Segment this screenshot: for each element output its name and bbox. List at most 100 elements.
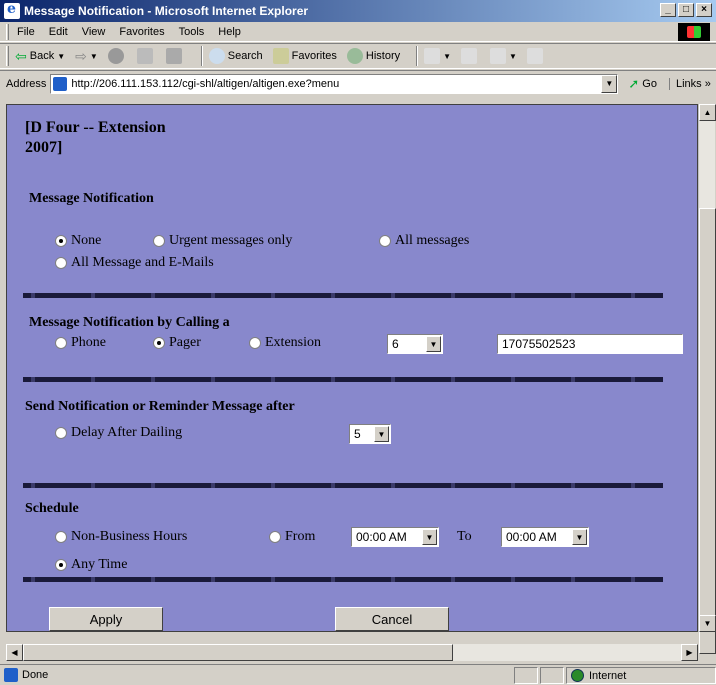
forward-arrow-icon: ⇨ [75, 47, 87, 64]
extension-heading-line2: 2007] [25, 139, 63, 156]
standard-toolbar: ⇦ Back ▼ ⇨ ▼ Search Favorites History ▼ … [0, 43, 716, 69]
radio-indicator [249, 337, 261, 349]
toolbar-grip [6, 46, 9, 66]
menu-help[interactable]: Help [218, 26, 241, 38]
schedule-any-time-radio[interactable]: Any Time [55, 557, 127, 573]
radio-indicator [269, 531, 281, 543]
vertical-scrollbar[interactable]: ▲ ▼ [698, 104, 716, 654]
schedule-to-label: To [457, 529, 472, 544]
schedule-title: Schedule [25, 501, 79, 516]
discuss-button[interactable] [526, 48, 546, 64]
toolbar-separator [200, 46, 203, 66]
apply-button[interactable]: Apply [49, 607, 163, 631]
menu-bar: File Edit View Favorites Tools Help [0, 22, 716, 42]
schedule-non-business-radio[interactable]: Non-Business Hours [55, 529, 187, 545]
maximize-button[interactable]: □ [678, 3, 694, 17]
menu-favorites[interactable]: Favorites [119, 26, 164, 38]
schedule-from-radio[interactable]: From [269, 529, 315, 545]
delay-title: Send Notification or Reminder Message af… [25, 399, 295, 414]
cancel-button[interactable]: Cancel [335, 607, 449, 631]
notification-none-radio[interactable]: None [55, 233, 101, 249]
favorites-icon [272, 48, 289, 64]
address-dropdown-button[interactable]: ▼ [601, 74, 618, 93]
calling-pager-radio[interactable]: Pager [153, 335, 201, 351]
edit-button[interactable]: ▼ [490, 48, 517, 64]
minimize-button[interactable]: _ [660, 3, 676, 17]
chevron-down-icon[interactable]: ▼ [426, 336, 441, 352]
back-arrow-icon: ⇦ [15, 48, 27, 64]
status-pane [540, 667, 564, 684]
page-icon [53, 76, 68, 91]
notification-title: Message Notification [29, 191, 154, 206]
home-button[interactable] [165, 48, 185, 64]
horizontal-scroll-thumb[interactable] [23, 644, 453, 661]
history-icon [346, 48, 363, 64]
section-divider [23, 483, 663, 488]
windows-logo-icon [678, 23, 710, 41]
calling-extension-radio[interactable]: Extension [249, 335, 321, 351]
chevron-down-icon[interactable]: ▼ [374, 426, 389, 442]
go-button[interactable]: ➚ Go [628, 76, 657, 92]
delay-select[interactable]: 5 ▼ [349, 424, 391, 444]
calling-number-input[interactable]: 17075502523 [497, 334, 683, 354]
radio-indicator [153, 235, 165, 247]
edit-icon [490, 48, 507, 64]
scroll-up-button[interactable]: ▲ [699, 104, 716, 121]
back-button[interactable]: ⇦ Back ▼ [15, 48, 65, 64]
discuss-icon [526, 48, 543, 64]
globe-icon [571, 669, 584, 682]
scroll-left-button[interactable]: ◀ [6, 644, 23, 661]
menu-tools[interactable]: Tools [179, 26, 205, 38]
print-button[interactable] [461, 48, 480, 64]
chevron-down-icon: ▼ [57, 51, 66, 61]
mail-button[interactable]: ▼ [424, 48, 451, 64]
schedule-to-select[interactable]: 00:00 AM ▼ [501, 527, 589, 547]
refresh-button[interactable] [136, 48, 156, 64]
page-content: [D Four -- Extension 2007] Message Notif… [6, 104, 698, 632]
menu-file[interactable]: File [17, 26, 35, 38]
radio-indicator [55, 427, 67, 439]
chevron-down-icon[interactable]: ▼ [572, 529, 587, 545]
stop-button[interactable] [107, 48, 127, 64]
menu-edit[interactable]: Edit [49, 26, 68, 38]
favorites-button[interactable]: Favorites [272, 48, 337, 64]
radio-indicator [379, 235, 391, 247]
horizontal-scrollbar[interactable]: ◀ ▶ [6, 644, 698, 661]
menu-view[interactable]: View [82, 26, 106, 38]
refresh-icon [136, 48, 153, 64]
notification-urgent-radio[interactable]: Urgent messages only [153, 233, 292, 249]
ie-icon [4, 1, 20, 19]
radio-indicator [55, 531, 67, 543]
calling-select[interactable]: 6 ▼ [387, 334, 443, 354]
search-icon [208, 48, 225, 64]
scroll-right-button[interactable]: ▶ [681, 644, 698, 661]
page-done-icon [4, 668, 18, 682]
links-button[interactable]: Links » [668, 77, 711, 90]
calling-phone-radio[interactable]: Phone [55, 335, 106, 351]
section-divider [23, 577, 663, 582]
toolbar-separator [416, 46, 419, 66]
window-title: Message Notification - Microsoft Interne… [24, 4, 309, 18]
window-title-bar[interactable]: Message Notification - Microsoft Interne… [0, 0, 716, 22]
section-divider [23, 377, 663, 382]
history-button[interactable]: History [346, 48, 400, 64]
vertical-scroll-thumb[interactable] [699, 208, 716, 654]
status-bar: Done Internet [0, 664, 716, 685]
delay-radio[interactable]: Delay After Dailing [55, 425, 182, 441]
chevron-down-icon[interactable]: ▼ [422, 529, 437, 545]
radio-indicator [55, 337, 67, 349]
security-zone: Internet [566, 667, 716, 684]
schedule-from-select[interactable]: 00:00 AM ▼ [351, 527, 439, 547]
mail-icon [424, 48, 441, 64]
scroll-down-button[interactable]: ▼ [699, 615, 716, 632]
address-input[interactable]: http://206.111.153.112/cgi-shl/altigen/a… [50, 73, 619, 94]
notification-all-radio[interactable]: All messages [379, 233, 469, 249]
forward-button[interactable]: ⇨ ▼ [75, 48, 98, 65]
section-divider [23, 293, 663, 298]
search-button[interactable]: Search [208, 48, 263, 64]
notification-all-email-radio[interactable]: All Message and E-Mails [55, 255, 214, 271]
close-button[interactable]: × [696, 3, 712, 17]
chevron-down-icon: ▼ [509, 51, 517, 61]
status-text: Done [22, 669, 49, 681]
chevron-down-icon: ▼ [89, 51, 98, 61]
